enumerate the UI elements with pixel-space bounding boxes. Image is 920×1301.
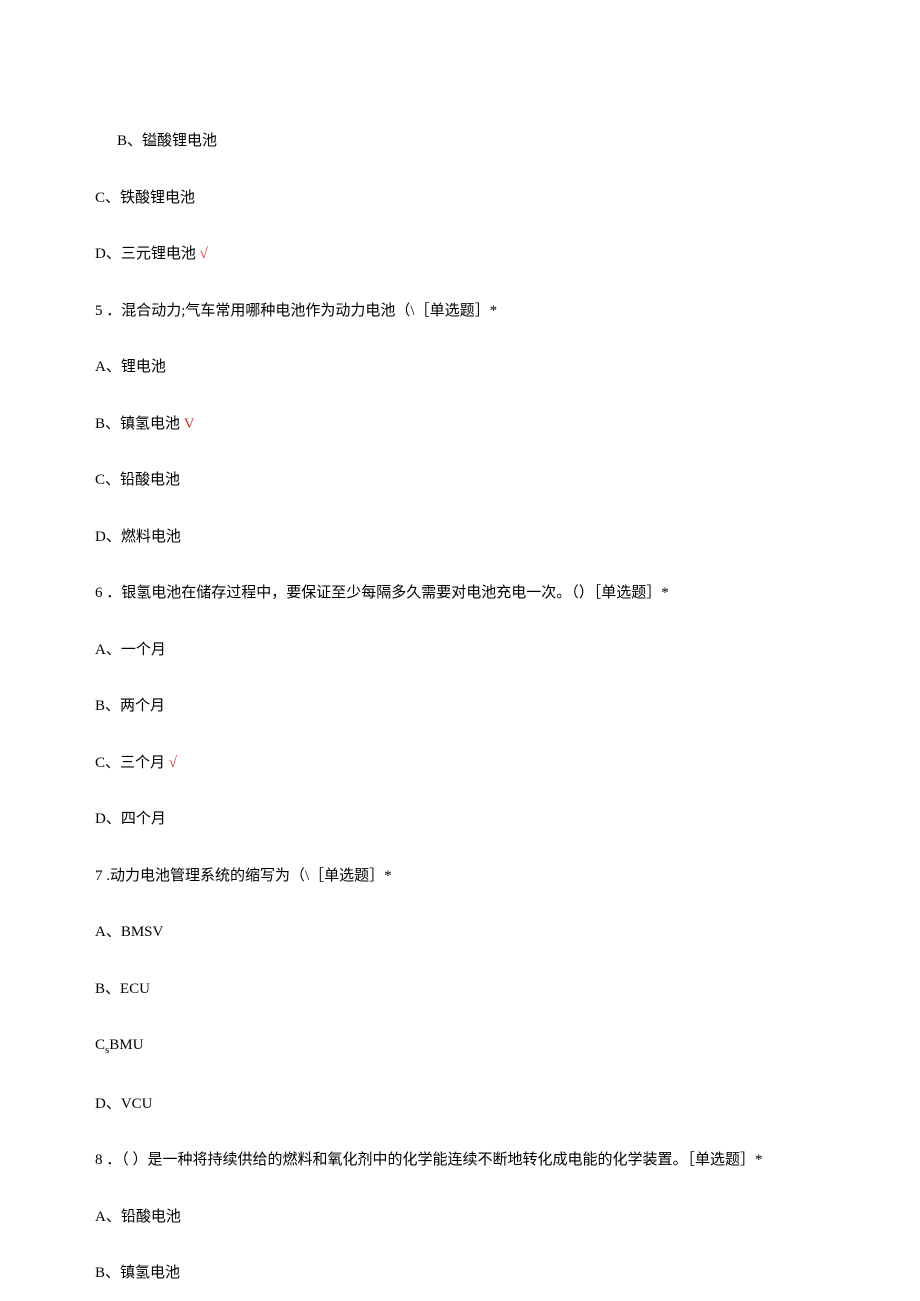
option-row: D、三元锂电池 √ bbox=[95, 243, 825, 266]
option-text: A、BMSV bbox=[95, 921, 825, 944]
question-text: 5 ．混合动力;气车常用哪种电池作为动力电池（\［单选题］* bbox=[95, 300, 825, 323]
option-text: A、铅酸电池 bbox=[95, 1206, 825, 1229]
answer-mark: V bbox=[180, 416, 195, 432]
option-row: C、三个月 √ bbox=[95, 752, 825, 775]
option-text: B、镇氢电池 bbox=[95, 416, 180, 432]
option-text: A、一个月 bbox=[95, 639, 825, 662]
option-text-tail: BMU bbox=[109, 1037, 143, 1053]
option-text: C、铅酸电池 bbox=[95, 469, 825, 492]
answer-mark: √ bbox=[165, 755, 177, 771]
answer-mark: √ bbox=[196, 246, 208, 262]
option-text: D、燃料电池 bbox=[95, 526, 825, 549]
option-text: C、三个月 bbox=[95, 755, 165, 771]
option-text: B、镒酸锂电池 bbox=[117, 130, 825, 153]
option-text: B、两个月 bbox=[95, 695, 825, 718]
option-text: C bbox=[95, 1037, 105, 1053]
option-text: D、VCU bbox=[95, 1093, 825, 1116]
question-text: 8 ．（ ）是一种将持续供给的燃料和氧化剂中的化学能连续不断地转化成电能的化学装… bbox=[95, 1149, 825, 1172]
option-text: B、ECU bbox=[95, 978, 825, 1001]
option-text: D、三元锂电池 bbox=[95, 246, 196, 262]
option-row: CsBMU bbox=[95, 1034, 825, 1059]
option-text: C、铁酸锂电池 bbox=[95, 187, 825, 210]
option-row: B、镇氢电池 V bbox=[95, 413, 825, 436]
question-text: 6 ．银氢电池在储存过程中，要保证至少每隔多久需要对电池充电一次。（）［单选题］… bbox=[95, 582, 825, 605]
question-text: 7 .动力电池管理系统的缩写为（\［单选题］* bbox=[95, 865, 825, 888]
option-text: A、锂电池 bbox=[95, 356, 825, 379]
option-text: B、镇氢电池 bbox=[95, 1262, 825, 1285]
option-text: D、四个月 bbox=[95, 808, 825, 831]
